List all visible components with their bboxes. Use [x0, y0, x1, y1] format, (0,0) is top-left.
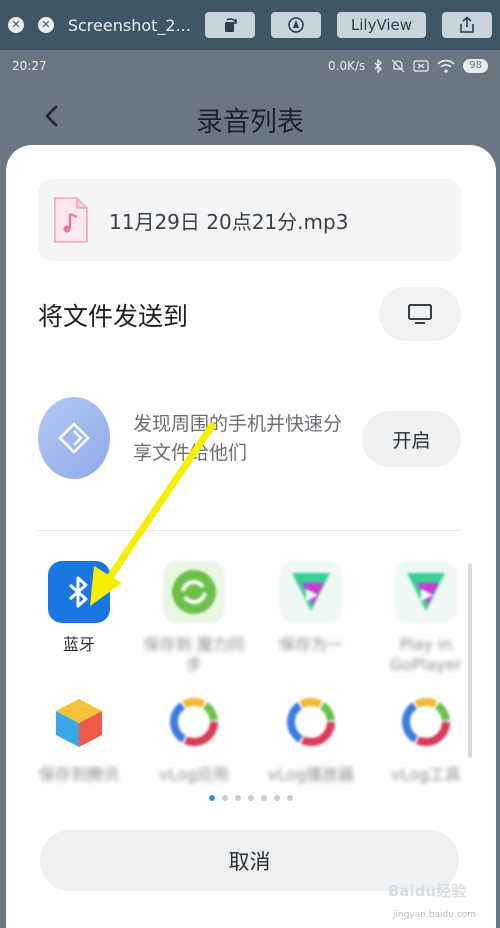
status-bar: 20:27 0.0K/s 98	[0, 50, 500, 82]
music-file-icon	[54, 197, 88, 243]
battery-indicator: 98	[463, 59, 488, 73]
share-target-ring-1[interactable]: vLog应用	[139, 691, 249, 785]
bluetooth-status-icon	[374, 59, 383, 73]
share-target-sync[interactable]: 保存到 魔力同步	[139, 561, 249, 675]
page-dot[interactable]	[222, 795, 228, 801]
app-header: 录音列表	[0, 82, 500, 152]
monitor-icon	[408, 304, 432, 324]
divider	[38, 530, 461, 531]
app-label: vLog应用	[158, 765, 230, 784]
cast-screen-button[interactable]	[379, 287, 461, 341]
player-icon	[395, 561, 457, 623]
markup-button[interactable]	[270, 12, 321, 38]
viewer-title: Screenshot_2...	[67, 15, 191, 35]
wifi-icon	[437, 59, 455, 73]
share-icon	[460, 16, 474, 33]
share-button[interactable]	[442, 12, 492, 38]
page-dot[interactable]	[248, 795, 254, 801]
lilyview-button[interactable]: LilyView	[336, 12, 427, 38]
app-label: vLog工具	[390, 765, 462, 784]
file-card: 11月29日 20点21分.mp3	[38, 179, 461, 261]
rotate-button[interactable]	[205, 12, 255, 38]
app-label: vLog播放器	[267, 765, 355, 784]
share-target-cube[interactable]: 保存到腾讯	[24, 691, 134, 785]
screen: ✕ ✕ Screenshot_2... LilyView 20:27 0.0K/…	[0, 0, 500, 928]
status-time: 20:27	[12, 59, 47, 73]
share-target-ring-3[interactable]: vLog工具	[371, 691, 481, 785]
app-label: Play in GoPlayer	[390, 635, 462, 674]
share-target-player-save[interactable]: 保存为一	[256, 561, 366, 655]
page-title: 录音列表	[196, 107, 304, 138]
scroll-indicator[interactable]	[468, 563, 472, 758]
watermark-url: jingyan.baidu.com	[393, 910, 477, 920]
ring-icon	[280, 691, 342, 753]
nearby-share-icon	[38, 397, 110, 479]
player-icon	[280, 561, 342, 623]
share-target-bluetooth[interactable]: 蓝牙	[24, 561, 134, 655]
page-indicator	[6, 795, 496, 801]
app-label: 保存为一	[278, 635, 343, 654]
network-speed: 0.0K/s	[328, 59, 366, 73]
sim-icon	[413, 60, 429, 72]
markup-icon	[288, 17, 304, 33]
page-dot[interactable]	[209, 795, 215, 801]
file-name: 11月29日 20点21分.mp3	[109, 209, 349, 234]
share-target-ring-2[interactable]: vLog播放器	[256, 691, 366, 785]
app-label: 保存到腾讯	[38, 765, 119, 784]
close-icon[interactable]: ✕	[8, 17, 24, 33]
app-label: 保存到 魔力同步	[143, 635, 245, 674]
viewer-toolbar: ✕ ✕ Screenshot_2... LilyView	[0, 0, 500, 50]
minimize-icon[interactable]: ✕	[37, 17, 54, 33]
page-dot[interactable]	[287, 795, 293, 801]
sync-icon	[163, 561, 225, 623]
page-dot[interactable]	[235, 795, 241, 801]
mute-icon	[391, 59, 405, 73]
bluetooth-icon	[48, 561, 110, 623]
ring-icon	[395, 691, 457, 753]
send-to-heading: 将文件发送到	[38, 302, 189, 331]
rotate-icon	[225, 18, 237, 32]
ring-icon	[163, 691, 225, 753]
nearby-share-description: 发现周围的手机并快速分享文件给他们	[133, 413, 343, 464]
share-targets-grid: 蓝牙 保存到 魔力同步 保存为一 Play in GoPlayer 保存到腾讯 …	[6, 545, 496, 785]
share-sheet: 11月29日 20点21分.mp3 将文件发送到 发现周围的手机并快速分享文件给…	[6, 145, 496, 928]
app-label: 蓝牙	[62, 635, 95, 654]
page-dot[interactable]	[274, 795, 280, 801]
share-target-goplayer[interactable]: Play in GoPlayer	[371, 561, 481, 675]
page-dot[interactable]	[261, 795, 267, 801]
watermark-logo: Baidu经验	[388, 882, 467, 900]
enable-nearby-share-button[interactable]: 开启	[362, 411, 461, 467]
cube-icon	[48, 691, 110, 753]
